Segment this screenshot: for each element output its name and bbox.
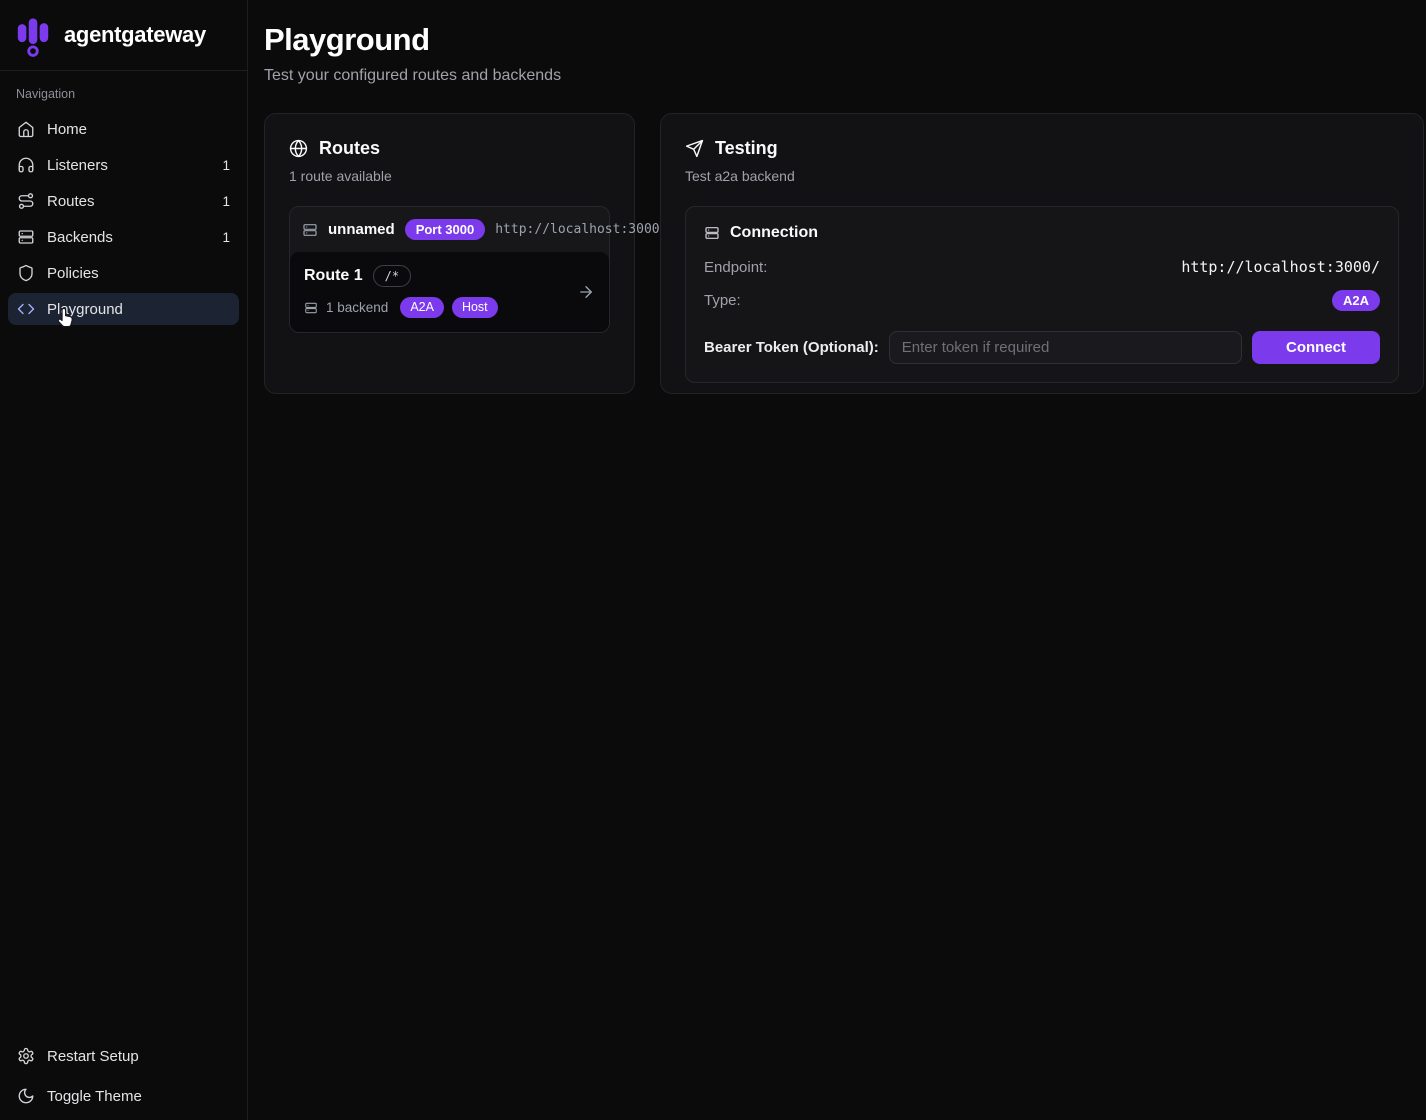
routes-card-subtitle: 1 route available — [289, 168, 610, 184]
testing-card-header: Testing — [685, 138, 1399, 159]
brand-header: agentgateway — [0, 0, 247, 71]
sidebar-item-backends[interactable]: Backends 1 — [8, 221, 239, 253]
sidebar-item-label: Home — [47, 121, 87, 138]
route-backend-count: 1 backend — [326, 300, 388, 315]
testing-card: Testing Test a2a backend Connection Endp… — [660, 113, 1424, 394]
connection-panel: Connection Endpoint: http://localhost:30… — [685, 206, 1399, 383]
server-icon — [17, 228, 35, 246]
type-badge: A2A — [1332, 290, 1380, 311]
listener-name: unnamed — [328, 221, 395, 238]
page-subtitle: Test your configured routes and backends — [264, 67, 1424, 85]
sidebar-item-count: 1 — [222, 158, 230, 173]
arrow-right-icon[interactable] — [577, 283, 595, 301]
listener-group: unnamed Port 3000 http://localhost:3000/… — [289, 206, 610, 333]
gear-icon — [17, 1047, 35, 1065]
shield-icon — [17, 264, 35, 282]
sidebar-spacer — [0, 337, 247, 1030]
connection-title: Connection — [730, 224, 818, 242]
bearer-token-label: Bearer Token (Optional): — [704, 339, 879, 356]
type-row: Type: A2A — [704, 290, 1380, 311]
sidebar-item-label: Listeners — [47, 157, 108, 174]
cards-row: Routes 1 route available unnamed Port 30… — [264, 113, 1424, 394]
route-badge-a2a: A2A — [400, 297, 444, 318]
globe-icon — [289, 139, 308, 158]
bearer-token-input[interactable] — [889, 331, 1242, 364]
bearer-token-row: Bearer Token (Optional): Connect — [704, 331, 1380, 364]
sidebar-nav: Navigation Home Listeners 1 Routes 1 — [0, 71, 247, 337]
listener-port-badge: Port 3000 — [405, 219, 486, 240]
restart-setup-label: Restart Setup — [47, 1048, 139, 1065]
sidebar-item-policies[interactable]: Policies — [8, 257, 239, 289]
server-icon — [302, 222, 318, 238]
sidebar-item-label: Policies — [47, 265, 99, 282]
brand-name: agentgateway — [64, 22, 206, 48]
route-item[interactable]: Route 1 /* 1 backend A2A Host — [290, 252, 609, 332]
server-icon — [704, 225, 720, 241]
toggle-theme-label: Toggle Theme — [47, 1088, 142, 1105]
routes-card: Routes 1 route available unnamed Port 30… — [264, 113, 635, 394]
type-label: Type: — [704, 292, 741, 309]
sidebar-item-label: Backends — [47, 229, 113, 246]
routes-card-title: Routes — [319, 138, 380, 159]
code-icon — [17, 300, 35, 318]
sidebar-item-playground[interactable]: Playground — [8, 293, 239, 325]
sidebar-item-label: Routes — [47, 193, 95, 210]
nav-section-label: Navigation — [8, 87, 239, 113]
testing-card-subtitle: Test a2a backend — [685, 168, 1399, 184]
route-badge-host: Host — [452, 297, 498, 318]
listener-header: unnamed Port 3000 http://localhost:3000/ — [290, 207, 609, 252]
connect-button[interactable]: Connect — [1252, 331, 1380, 364]
endpoint-row: Endpoint: http://localhost:3000/ — [704, 258, 1380, 276]
headphones-icon — [17, 156, 35, 174]
main-content: Playground Test your configured routes a… — [248, 0, 1426, 1120]
endpoint-value: http://localhost:3000/ — [1181, 258, 1380, 276]
sidebar-footer: Restart Setup Toggle Theme — [0, 1030, 247, 1120]
server-icon — [304, 301, 318, 315]
sidebar-item-home[interactable]: Home — [8, 113, 239, 145]
sidebar-item-count: 1 — [222, 230, 230, 245]
restart-setup-button[interactable]: Restart Setup — [8, 1038, 239, 1074]
endpoint-label: Endpoint: — [704, 259, 767, 276]
moon-icon — [17, 1087, 35, 1105]
sidebar-item-listeners[interactable]: Listeners 1 — [8, 149, 239, 181]
sidebar-item-routes[interactable]: Routes 1 — [8, 185, 239, 217]
testing-card-title: Testing — [715, 138, 778, 159]
page-title: Playground — [264, 22, 1424, 58]
agentgateway-logo-icon — [14, 12, 52, 58]
route-meta-row: 1 backend A2A Host — [304, 297, 595, 318]
route-path-badge: /* — [373, 265, 411, 287]
listener-url: http://localhost:3000/ — [495, 222, 667, 237]
toggle-theme-button[interactable]: Toggle Theme — [8, 1078, 239, 1114]
home-icon — [17, 120, 35, 138]
route-name-row: Route 1 /* — [304, 265, 595, 287]
sidebar-item-label: Playground — [47, 301, 123, 318]
sidebar: agentgateway Navigation Home Listeners 1… — [0, 0, 248, 1120]
send-icon — [685, 139, 704, 158]
routes-card-header: Routes — [289, 138, 610, 159]
route-name: Route 1 — [304, 267, 363, 285]
connection-header: Connection — [704, 224, 1380, 242]
sidebar-item-count: 1 — [222, 194, 230, 209]
route-icon — [17, 192, 35, 210]
